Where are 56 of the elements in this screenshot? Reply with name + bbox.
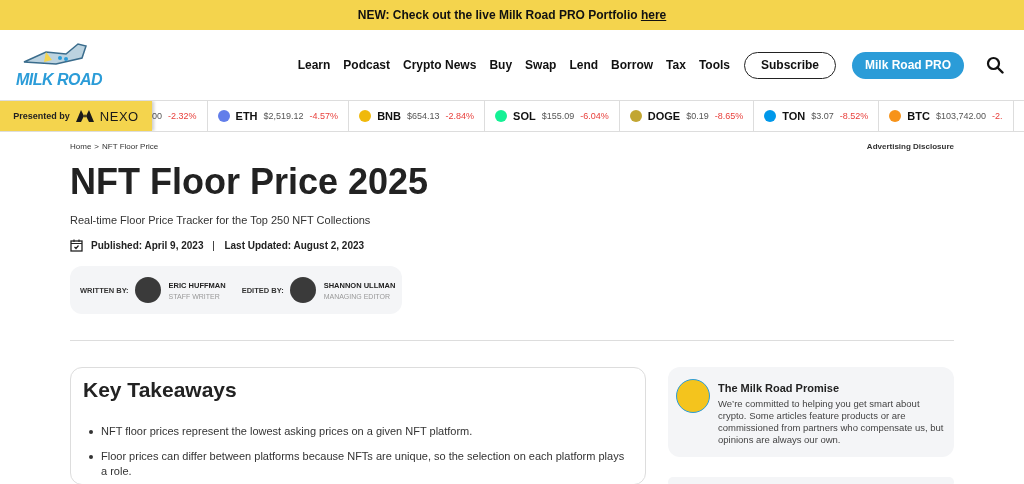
mascot-avatar [676, 379, 710, 413]
bullet-icon [89, 430, 93, 434]
price-change: -6.04% [580, 111, 609, 121]
nav-link[interactable]: Lend [569, 58, 599, 72]
advertising-disclosure-link[interactable]: Advertising Disclosure [866, 142, 954, 151]
nav-link[interactable]: Buy [489, 58, 513, 72]
price-change: -4.57% [309, 111, 339, 121]
search-icon [986, 56, 1004, 74]
price-change: -2.84% [445, 111, 475, 121]
takeaway-text: Floor prices can differ between platforms because NFTs are unique, so the selection on each platform plays a role. [101, 449, 626, 479]
nav-link[interactable]: Learn [297, 58, 331, 72]
sponsor-name: NEXO [99, 108, 139, 124]
price-change: -2.32% [168, 111, 197, 121]
promise-text: We’re committed to helping you get smart about crypto. Some articles feature products or are commissioned from partners who compensate us, but opinions are always our own. [718, 398, 945, 446]
coin-price: $103,742.00 [935, 111, 986, 121]
calendar-icon [70, 239, 83, 252]
coin-symbol: BTC [907, 110, 930, 122]
coin-price: $0.19 [686, 111, 709, 121]
published-date: Published: April 9, 2023 [91, 240, 204, 251]
announcement-link[interactable]: here [640, 8, 667, 22]
page-subtitle: Real-time Floor Price Tracker for the Top 250 NFT Collections [70, 214, 372, 226]
nav-link[interactable]: Tools [698, 58, 730, 72]
updated-date: Last Updated: August 2, 2023 [224, 240, 365, 251]
sponsor-badge[interactable]: Presented by NEXO [0, 101, 152, 131]
coin-price: 00 [152, 111, 162, 121]
breadcrumb-separator: > [94, 142, 99, 151]
subscribe-button[interactable]: Subscribe [744, 51, 836, 79]
breadcrumb-link[interactable]: Home [70, 142, 92, 151]
promise-title: The Milk Road Promise [718, 382, 841, 394]
key-takeaways-title: Key Takeaways [83, 378, 238, 402]
price-change: -8.52% [839, 111, 869, 121]
coin-price: $3.07 [811, 111, 834, 121]
nav-link[interactable]: Crypto News [403, 58, 477, 72]
price-change: -2. [992, 111, 1003, 121]
avatar-placeholder [289, 277, 316, 303]
avatar-placeholder [134, 277, 161, 303]
price-change: -8.65% [714, 111, 744, 121]
coin-symbol: DOGE [647, 110, 681, 122]
nav-link[interactable]: Tax [666, 58, 686, 72]
page-title: NFT Floor Price 2025 [70, 160, 430, 204]
nav-link[interactable]: Swap [525, 58, 557, 72]
sponsor-label: Presented by [13, 111, 70, 121]
breadcrumb-link[interactable]: NFT Floor Price [102, 142, 159, 151]
coin-symbol: TON [782, 110, 806, 122]
nav-link[interactable]: Borrow [611, 58, 654, 72]
takeaway-text: NFT floor prices represent the lowest asking prices on a given NFT platform. [101, 424, 473, 439]
bullet-icon [89, 455, 93, 459]
announcement-text: NEW: Check out the live Milk Road PRO Portfolio here [357, 8, 667, 22]
coin-symbol: BNB [377, 110, 401, 122]
coin-symbol: SOL [513, 110, 536, 122]
coin-symbol: ETH [235, 110, 258, 122]
coin-price: $2,519.12 [263, 111, 304, 121]
nexo-logo-icon [74, 109, 95, 123]
coin-price: $654.13 [406, 111, 440, 121]
nav-link[interactable]: Podcast [343, 58, 391, 72]
coin-price: $155.09 [541, 111, 575, 121]
